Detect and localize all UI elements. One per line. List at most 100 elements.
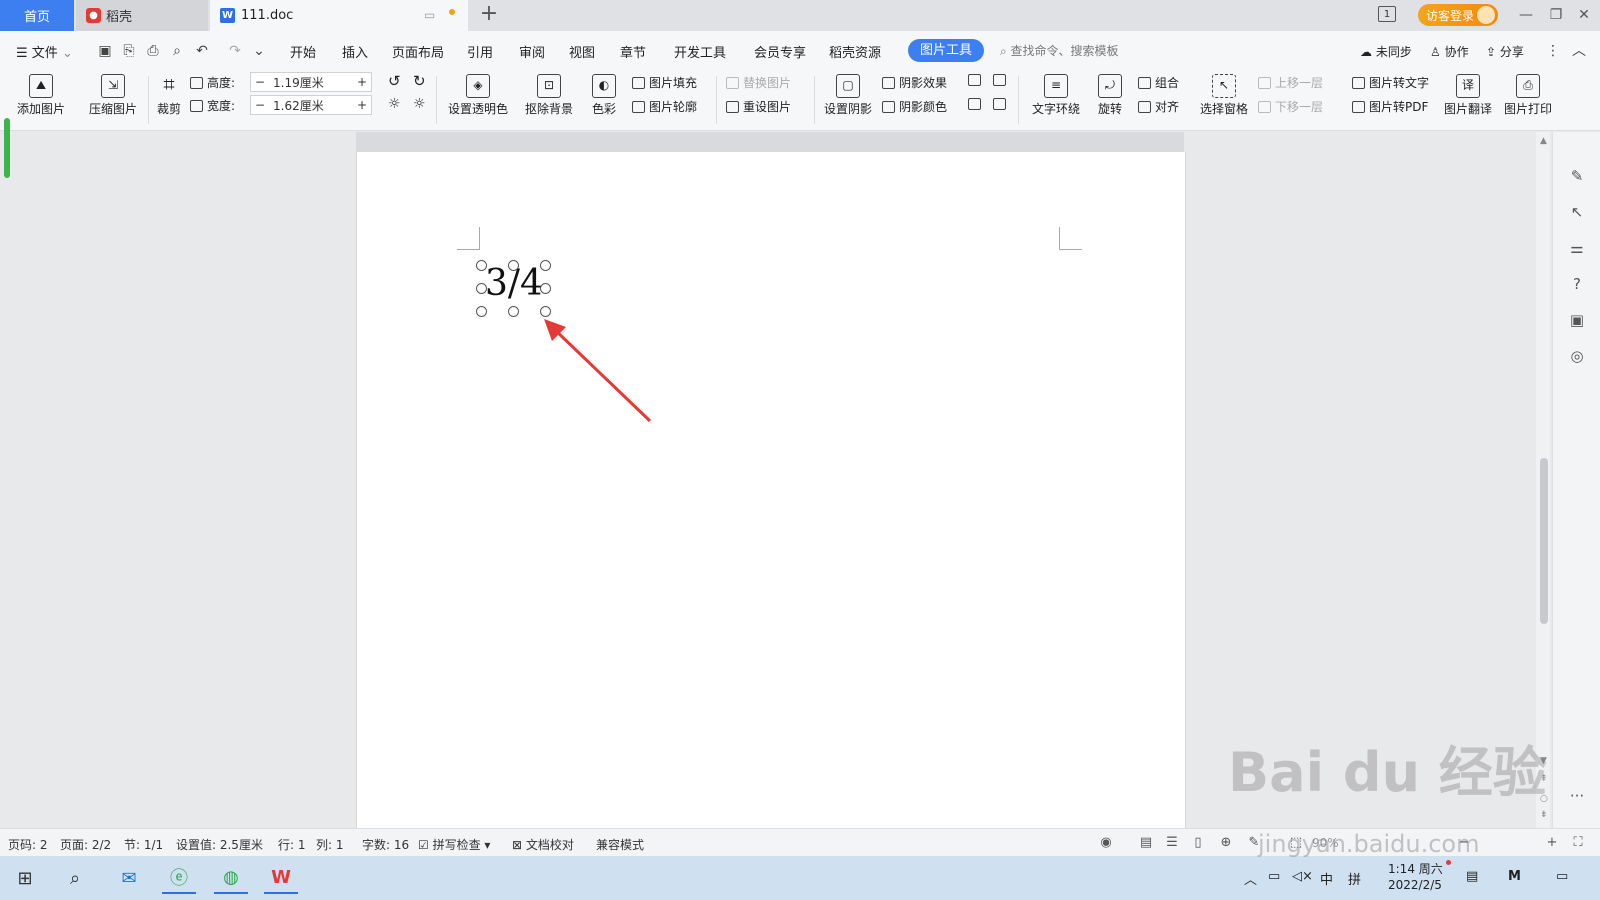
battery-icon[interactable]: ▭ [1268, 869, 1280, 884]
status-page-code[interactable]: 页码: 2 [8, 836, 48, 853]
tab-home[interactable]: 首页 [0, 0, 74, 31]
zoom-in-icon[interactable]: + [1544, 835, 1560, 851]
window-count-icon[interactable]: 1 [1378, 6, 1396, 22]
width-decrease-button[interactable]: − [251, 98, 269, 112]
fullscreen-icon[interactable]: ⛶ [1570, 835, 1586, 851]
scrollbar-thumb[interactable] [1540, 458, 1548, 624]
minimize-icon[interactable]: — [1516, 5, 1536, 25]
clock-date[interactable]: 2022/2/5 [1388, 878, 1442, 892]
resize-handle-top[interactable] [508, 260, 519, 271]
set-shadow-button[interactable]: ▢ 设置阴影 [820, 74, 876, 117]
picture-print-button[interactable]: ⎙ 图片打印 [1500, 74, 1556, 117]
collapse-ribbon-icon[interactable]: ︿ [1570, 42, 1588, 60]
shadow-up-icon[interactable] [968, 74, 985, 86]
wechat-icon[interactable]: ◍ [214, 862, 248, 894]
shadow-down-icon[interactable] [968, 98, 985, 110]
height-increase-button[interactable]: + [353, 75, 371, 89]
brightness-down-icon[interactable]: ☼ [413, 96, 426, 112]
mail-icon[interactable]: ✉ [112, 862, 146, 894]
ime-mode[interactable]: 拼 [1348, 869, 1361, 888]
clock-time[interactable]: 1:14 周六 [1388, 860, 1443, 877]
more-tools-icon[interactable]: ··· [1567, 786, 1587, 806]
picture-to-pdf-button[interactable]: 图片转PDF [1352, 98, 1428, 115]
resize-handle-top-left[interactable] [476, 260, 487, 271]
bring-forward-button[interactable]: 上移一层 [1258, 74, 1323, 91]
resize-handle-bottom[interactable] [508, 306, 519, 317]
height-spinner[interactable]: − 1.19厘米 + [250, 72, 372, 92]
edit-pen-icon[interactable]: ✎ [1567, 166, 1587, 186]
ime-language[interactable]: 中 [1320, 869, 1333, 888]
collaborate-button[interactable]: ♙ 协作 [1430, 43, 1469, 60]
shadow-color-button[interactable]: 阴影颜色 [882, 98, 947, 115]
menu-insert[interactable]: 插入 [342, 42, 368, 61]
menu-chapter[interactable]: 章节 [620, 42, 646, 61]
group-button[interactable]: 组合 [1138, 74, 1179, 91]
width-spinner[interactable]: − 1.62厘米 + [250, 95, 372, 115]
share-button[interactable]: ⇪ 分享 [1486, 43, 1524, 60]
menu-member[interactable]: 会员专享 [754, 42, 806, 61]
volume-muted-icon[interactable]: ◁× [1292, 869, 1313, 884]
customize-toolbar-icon[interactable]: ⌄ [250, 42, 268, 60]
search-icon[interactable]: ⌕ [58, 862, 92, 894]
tab-picture-tools[interactable]: 图片工具 [908, 39, 984, 62]
close-icon[interactable]: ✕ [1574, 5, 1594, 25]
status-setting-value[interactable]: 设置值: 2.5厘米 [176, 836, 263, 853]
picture-translate-button[interactable]: 译图片翻译 [1440, 74, 1496, 117]
export-icon[interactable]: ⎘ [120, 42, 138, 60]
help-icon[interactable]: ? [1567, 274, 1587, 294]
status-column[interactable]: 列: 1 [316, 836, 344, 853]
rotate-right-icon[interactable]: ↻ [413, 72, 426, 90]
menu-review[interactable]: 审阅 [519, 42, 545, 61]
text-wrap-button[interactable]: ≡ 文字环绕 [1026, 74, 1086, 117]
shadow-effect-button[interactable]: 阴影效果 [882, 74, 947, 91]
file-menu[interactable]: ☰ 文件 ⌄ [16, 42, 73, 61]
height-decrease-button[interactable]: − [251, 75, 269, 89]
resize-handle-right[interactable] [540, 283, 551, 294]
brightness-up-icon[interactable]: ☼ [388, 96, 401, 112]
menu-developer[interactable]: 开发工具 [674, 42, 726, 61]
shadow-left-icon[interactable] [993, 98, 1010, 110]
resize-handle-top-right[interactable] [540, 260, 551, 271]
menu-start[interactable]: 开始 [290, 42, 316, 61]
outline-view-icon[interactable]: ☰ [1164, 835, 1180, 851]
app-tray-icon[interactable]: M [1508, 869, 1521, 884]
shadow-right-icon[interactable] [993, 74, 1010, 86]
menu-page-layout[interactable]: 页面布局 [392, 42, 444, 61]
resize-handle-left[interactable] [476, 283, 487, 294]
reset-picture-button[interactable]: 重设图片 [726, 98, 791, 115]
monitor-icon[interactable]: ▭ [424, 8, 435, 22]
eye-protection-icon[interactable]: ◉ [1098, 835, 1114, 851]
browser-icon[interactable]: ⓔ [162, 862, 196, 894]
picture-outline-button[interactable]: 图片轮廓 [632, 98, 697, 115]
height-input[interactable]: 1.19厘米 [269, 74, 353, 91]
page-view-icon[interactable]: ▤ [1138, 835, 1154, 851]
rotate-button[interactable]: ⤾ 旋转 [1092, 74, 1128, 117]
wps-icon[interactable]: W [264, 862, 298, 894]
remove-background-button[interactable]: ⊡ 抠除背景 [518, 74, 580, 117]
cursor-select-icon[interactable]: ↖ [1567, 202, 1587, 222]
set-transparent-button[interactable]: ◈ 设置透明色 [446, 74, 510, 117]
next-page-icon[interactable]: ⇟ [1540, 810, 1548, 820]
restore-icon[interactable]: ❐ [1546, 5, 1566, 25]
status-section[interactable]: 节: 1/1 [124, 836, 163, 853]
print-icon[interactable]: ⎙ [144, 42, 162, 60]
settings-sliders-icon[interactable]: ⚌ [1567, 238, 1587, 258]
redo-icon[interactable]: ↷ [226, 42, 244, 60]
replace-picture-button[interactable]: 替换图片 [726, 74, 791, 91]
location-icon[interactable]: ◎ [1567, 346, 1587, 366]
selection-pane-button[interactable]: ↖ 选择窗格 [1196, 74, 1252, 117]
width-increase-button[interactable]: + [353, 98, 371, 112]
document-page[interactable] [356, 152, 1186, 828]
status-page[interactable]: 页面: 2/2 [60, 836, 111, 853]
guest-login-button[interactable]: 访客登录 [1418, 4, 1498, 26]
picture-fill-button[interactable]: 图片填充 [632, 74, 697, 91]
color-button[interactable]: ◐ 色彩 [584, 74, 624, 117]
sync-status[interactable]: ☁ 未同步 [1360, 43, 1412, 60]
spell-check-button[interactable]: ☑ 拼写检查 ▾ [418, 836, 490, 853]
add-picture-button[interactable]: ⛰ 添加图片 [10, 74, 72, 117]
tab-document[interactable]: W 111.doc ▭ [210, 0, 468, 31]
notes-icon[interactable]: ▤ [1466, 869, 1478, 884]
doc-proof-button[interactable]: ⊠ 文档校对 [512, 836, 574, 853]
windows-start-icon[interactable]: ⊞ [8, 862, 42, 894]
menu-references[interactable]: 引用 [467, 42, 493, 61]
